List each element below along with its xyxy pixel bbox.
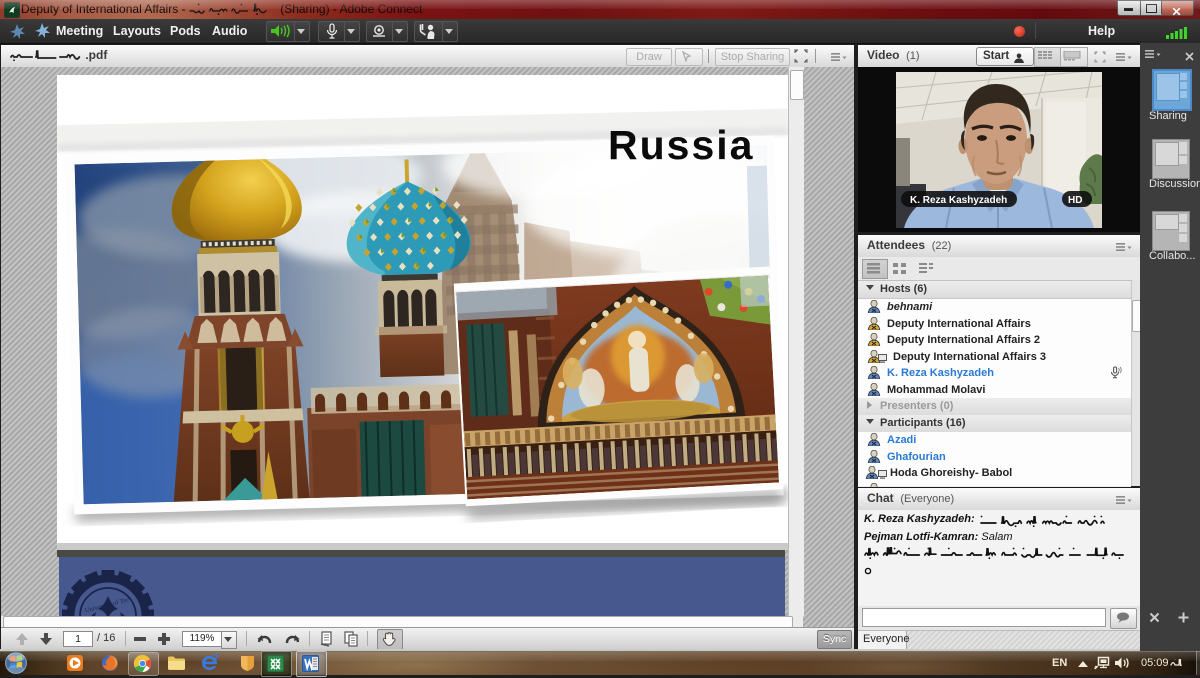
svg-text:HD: HD xyxy=(1068,195,1082,206)
svg-text:Russia: Russia xyxy=(608,122,754,168)
svg-text:K. Reza Kashyzadeh: K. Reza Kashyzadeh xyxy=(910,195,1007,206)
